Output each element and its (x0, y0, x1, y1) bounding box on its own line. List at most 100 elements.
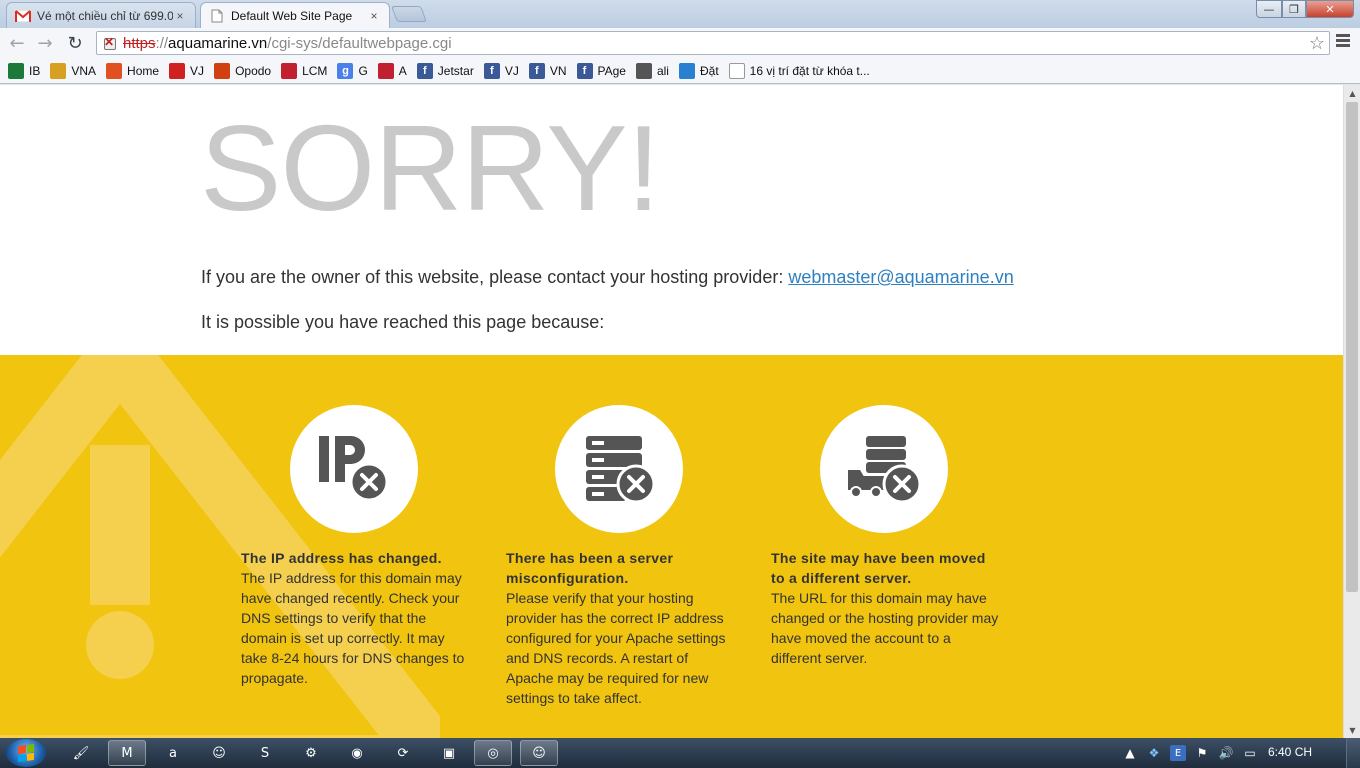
bookmark-item[interactable]: A (377, 62, 407, 79)
bookmark-item[interactable]: Opodo (214, 62, 271, 79)
bookmark-item[interactable]: Đặt (678, 62, 719, 79)
reload-button[interactable]: ↻ (64, 32, 86, 54)
star-icon (106, 62, 123, 79)
tab-title: Default Web Site Page (231, 8, 353, 23)
shield-icon (8, 62, 24, 79)
bookmark-label: Home (127, 63, 160, 78)
bookmark-item[interactable]: gG (337, 62, 368, 79)
plane-icon (678, 62, 695, 79)
facebook-icon: f (576, 62, 593, 79)
page-icon (728, 62, 745, 79)
bookmark-label: Jetstar (437, 63, 474, 78)
a-icon (377, 62, 394, 79)
tab-title: Vé một chiều chỉ từ 699.000 (37, 8, 173, 23)
bookmark-item[interactable]: LCM (281, 62, 328, 79)
taskbar-app-icon[interactable]: ◉ (338, 740, 376, 766)
tab-gmail[interactable]: Vé một chiều chỉ từ 699.000 × (6, 2, 196, 28)
scroll-down-icon[interactable]: ▼ (1344, 722, 1360, 738)
possible-reasons-intro: It is possible you have reached this pag… (201, 312, 605, 332)
bookmark-item[interactable]: VNA (50, 62, 97, 79)
window-titlebar: Vé một chiều chỉ từ 699.000 × Default We… (0, 0, 1360, 28)
maximize-button[interactable]: ❐ (1282, 0, 1306, 18)
page-title: SORRY! (200, 100, 661, 236)
new-tab-button[interactable] (391, 6, 427, 22)
owner-text: If you are the owner of this website, pl… (201, 267, 789, 287)
opodo-icon (214, 62, 231, 79)
volume-icon[interactable]: 🔊 (1218, 745, 1234, 761)
reason-body: Please verify that your hosting provider… (506, 590, 726, 706)
bookmarks-bar: IB VNA Home VJ Opodo LCM g G Af Jetstar f VJ f VN f PAg… (0, 58, 1360, 84)
bookmark-star-icon[interactable]: ☆ (1309, 33, 1325, 54)
facebook-icon: f (528, 62, 545, 79)
url-scheme: https (123, 34, 156, 52)
taskbar-chrome-icon[interactable]: ◎ (474, 740, 512, 766)
address-bar[interactable]: https://aquamarine.vn/cgi-sys/defaultweb… (96, 31, 1330, 55)
taskbar-skype-icon[interactable]: S (246, 740, 284, 766)
bookmark-item[interactable]: Home (106, 62, 160, 79)
gmail-icon (15, 9, 31, 23)
bookmark-item[interactable]: ali (635, 62, 669, 79)
forward-button[interactable]: → (34, 32, 56, 54)
bookmark-label: ali (656, 63, 669, 78)
camera-icon (635, 62, 652, 79)
network-icon[interactable]: ▭ (1242, 745, 1258, 761)
start-button[interactable] (6, 739, 46, 767)
minimize-button[interactable]: — (1256, 0, 1282, 18)
back-button[interactable]: ← (6, 32, 28, 54)
bookmark-label: A (398, 63, 407, 78)
flower-icon (281, 62, 298, 79)
taskbar-clock[interactable]: 6:40 CH (1268, 745, 1312, 759)
taskbar-paint-icon[interactable]: 🖌 (62, 740, 100, 766)
bookmark-item[interactable]: f PAge (576, 62, 626, 79)
chrome-menu-button[interactable] (1336, 34, 1350, 49)
bookmark-item[interactable]: f VJ (483, 62, 519, 79)
taskbar-ask-icon[interactable]: a (154, 740, 192, 766)
bookmark-item[interactable]: f Jetstar (416, 62, 474, 79)
reason-title: There has been a server misconfiguration… (506, 550, 674, 586)
system-tray: ▲ ❖ E ⚑ 🔊 ▭ (1122, 738, 1258, 768)
broken-lock-icon[interactable] (101, 35, 119, 51)
google-icon: g (337, 62, 354, 79)
bookmark-label: VN (549, 63, 567, 78)
taskbar-smiley-icon[interactable]: ☺ (520, 740, 558, 766)
scroll-up-icon[interactable]: ▲ (1344, 85, 1360, 101)
bookmark-item[interactable]: 16 vị trí đặt từ khóa t... (728, 62, 870, 79)
dropbox-icon[interactable]: ❖ (1146, 745, 1162, 761)
bookmark-item[interactable]: IB (8, 62, 40, 79)
bookmark-item[interactable]: f VN (528, 62, 567, 79)
bookmark-label: Đặt (699, 63, 719, 78)
close-window-button[interactable]: ✕ (1306, 0, 1354, 18)
windows-logo-icon (18, 743, 34, 763)
bookmark-label: VNA (71, 63, 97, 78)
page-viewport: SORRY! If you are the owner of this webs… (0, 85, 1343, 738)
taskbar-recycle-icon[interactable]: ⟳ (384, 740, 422, 766)
show-hidden-icons-icon[interactable]: ▲ (1122, 745, 1138, 761)
vertical-scrollbar[interactable]: ▲ ▼ (1343, 85, 1360, 738)
language-icon[interactable]: E (1170, 745, 1186, 761)
taskbar-gmail-icon[interactable]: M (108, 740, 146, 766)
flag-icon[interactable]: ⚑ (1194, 745, 1210, 761)
page-icon (209, 9, 225, 23)
tab-close-button[interactable]: × (367, 9, 381, 23)
scrollbar-thumb[interactable] (1346, 102, 1358, 592)
browser-toolbar: ← → ↻ https://aquamarine.vn/cgi-sys/defa… (0, 28, 1360, 58)
tab-default-web-site-page[interactable]: Default Web Site Page × (200, 2, 390, 28)
bookmark-item[interactable]: VJ (169, 62, 204, 79)
bookmark-label: G (358, 63, 368, 78)
url-path: /cgi-sys/defaultwebpage.cgi (267, 34, 452, 52)
ip-error-icon (290, 405, 418, 533)
windows-taskbar: 🖌 Ma ☺ S ⚙ ◉ ⟳ ▣ ◎ ☺ ▲ ❖ E ⚑ 🔊 ▭ 6:40 CH (0, 738, 1360, 768)
webmaster-email-link[interactable]: webmaster@aquamarine.vn (788, 267, 1013, 287)
taskbar-smiley-icon[interactable]: ☺ (200, 740, 238, 766)
url-host: aquamarine.vn (168, 34, 268, 52)
show-desktop-button[interactable] (1346, 738, 1360, 768)
reason-title: The IP address has changed. (241, 550, 442, 566)
bookmark-label: 16 vị trí đặt từ khóa t... (749, 63, 870, 78)
reason-body: The URL for this domain may have changed… (771, 590, 999, 666)
taskbar-image-icon[interactable]: ▣ (430, 740, 468, 766)
bookmark-label: VJ (504, 63, 519, 78)
tab-close-button[interactable]: × (173, 9, 187, 23)
reasons-section: The IP address has changed. The IP addre… (0, 355, 1343, 738)
bookmark-label: LCM (302, 63, 328, 78)
taskbar-tool-icon[interactable]: ⚙ (292, 740, 330, 766)
